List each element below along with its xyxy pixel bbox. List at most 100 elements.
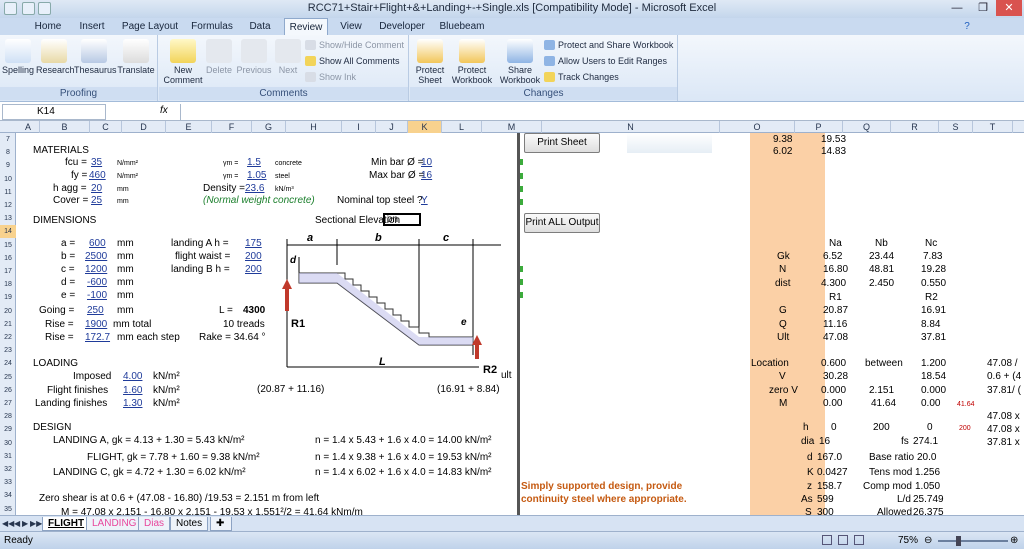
sectional-elevation-cell[interactable]: on <box>383 213 421 226</box>
row-header-22[interactable]: 22 <box>0 331 16 344</box>
cover-value[interactable]: 25 <box>91 194 102 207</box>
show-all-comments-button[interactable]: Show All Comments <box>305 54 400 68</box>
column-header-i[interactable]: I <box>342 121 376 133</box>
show-ink-button[interactable]: Show Ink <box>305 70 356 84</box>
print-all-button[interactable]: Print ALL Output <box>524 213 600 233</box>
column-header-r[interactable]: R <box>891 121 939 133</box>
flight-waist-value[interactable]: 200 <box>245 250 262 263</box>
translate-button[interactable]: Translate <box>116 39 156 75</box>
minbar-value[interactable]: 10 <box>421 156 432 169</box>
show-hide-comment-button[interactable]: Show/Hide Comment <box>305 38 404 52</box>
tab-home[interactable]: Home <box>30 18 66 35</box>
row-header-11[interactable]: 11 <box>0 186 16 199</box>
row-header-14[interactable]: 14 <box>0 225 16 239</box>
column-header-t[interactable]: T <box>973 121 1013 133</box>
row-header-28[interactable]: 28 <box>0 410 16 423</box>
row-header-7[interactable]: 7 <box>0 133 16 146</box>
column-header-m[interactable]: M <box>482 121 542 133</box>
tab-data[interactable]: Data <box>242 18 278 35</box>
protect-share-button[interactable]: Protect and Share Workbook <box>544 38 673 52</box>
minimize-icon[interactable]: — <box>944 0 970 16</box>
rise-value[interactable]: 1900 <box>85 318 107 331</box>
row-header-18[interactable]: 18 <box>0 278 16 291</box>
protect-sheet-button[interactable]: Protect Sheet <box>412 39 448 85</box>
row-header-12[interactable]: 12 <box>0 199 16 212</box>
previous-comment-button[interactable]: Previous <box>235 39 273 75</box>
tab-page-layout[interactable]: Page Layout <box>118 18 182 35</box>
b-value[interactable]: 2500 <box>85 250 107 263</box>
row-header-33[interactable]: 33 <box>0 476 16 489</box>
column-header-e[interactable]: E <box>166 121 212 133</box>
row-header-25[interactable]: 25 <box>0 371 16 384</box>
row-header-8[interactable]: 8 <box>0 146 16 159</box>
track-changes-button[interactable]: Track Changes <box>544 70 619 84</box>
first-sheet-icon[interactable]: ◀◀ <box>2 519 14 528</box>
column-header-q[interactable]: Q <box>843 121 891 133</box>
delete-comment-button[interactable]: Delete <box>203 39 235 75</box>
landing-b-value[interactable]: 200 <box>245 263 262 276</box>
e-value[interactable]: -100 <box>87 289 107 302</box>
maximize-icon[interactable]: ❐ <box>970 0 996 16</box>
row-header-17[interactable]: 17 <box>0 265 16 278</box>
nominal-value[interactable]: Y <box>421 194 428 207</box>
next-sheet-icon[interactable]: ▶ <box>22 519 28 528</box>
last-sheet-icon[interactable]: ▶▶ <box>30 519 42 528</box>
row-header-21[interactable]: 21 <box>0 318 16 331</box>
new-comment-button[interactable]: New Comment <box>163 39 203 85</box>
row-header-9[interactable]: 9 <box>0 159 16 172</box>
allow-users-button[interactable]: Allow Users to Edit Ranges <box>544 54 667 68</box>
zoom-in-icon[interactable]: ⊕ <box>1010 535 1018 546</box>
gm-steel-value[interactable]: 1.05 <box>247 169 266 182</box>
column-header-l[interactable]: L <box>442 121 482 133</box>
zoom-slider[interactable] <box>938 540 1008 542</box>
thesaurus-button[interactable]: Thesaurus <box>74 39 117 75</box>
column-header-n[interactable]: N <box>542 121 720 133</box>
share-workbook-button[interactable]: Share Workbook <box>498 39 542 85</box>
protect-workbook-button[interactable]: Protect Workbook <box>448 39 496 85</box>
row-header-26[interactable]: 26 <box>0 384 16 397</box>
row-header-10[interactable]: 10 <box>0 173 16 186</box>
row-header-23[interactable]: 23 <box>0 344 16 357</box>
fx-icon[interactable]: fx <box>160 105 168 116</box>
row-header-27[interactable]: 27 <box>0 397 16 410</box>
row-header-35[interactable]: 35 <box>0 503 16 516</box>
flight-finishes-value[interactable]: 1.60 <box>123 384 142 397</box>
column-header-o[interactable]: O <box>720 121 795 133</box>
tab-view[interactable]: View <box>334 18 368 35</box>
prev-sheet-icon[interactable]: ◀ <box>14 519 20 528</box>
column-header-c[interactable]: C <box>90 121 122 133</box>
sheet-tab-notes[interactable]: Notes <box>170 517 209 531</box>
column-header-k[interactable]: K <box>408 121 442 133</box>
column-header-a[interactable]: A <box>17 121 40 133</box>
close-icon[interactable]: ✕ <box>996 0 1022 16</box>
row-header-32[interactable]: 32 <box>0 463 16 476</box>
column-header-d[interactable]: D <box>122 121 166 133</box>
row-header-31[interactable]: 31 <box>0 450 16 463</box>
next-comment-button[interactable]: Next <box>273 39 303 75</box>
fy-value[interactable]: 460 <box>89 169 106 182</box>
sheet-tab-dias[interactable]: Dias <box>138 517 171 531</box>
tab-formulas[interactable]: Formulas <box>186 18 238 35</box>
row-header-29[interactable]: 29 <box>0 423 16 436</box>
tab-bluebeam[interactable]: Bluebeam <box>434 18 490 35</box>
tab-review[interactable]: Review <box>284 18 328 35</box>
research-button[interactable]: Research <box>36 39 75 75</box>
insert-sheet-icon[interactable]: ✚ <box>210 517 232 531</box>
imposed-value[interactable]: 4.00 <box>123 370 142 383</box>
maxbar-value[interactable]: 16 <box>421 169 432 182</box>
help-icon[interactable]: ? <box>960 18 974 35</box>
a-value[interactable]: 600 <box>89 237 106 250</box>
row-header-16[interactable]: 16 <box>0 252 16 265</box>
gm-concrete-value[interactable]: 1.5 <box>247 156 261 169</box>
column-header-f[interactable]: F <box>212 121 252 133</box>
c-value[interactable]: 1200 <box>85 263 107 276</box>
name-box[interactable]: K14 <box>2 104 106 120</box>
sheet-tab-landing[interactable]: LANDING <box>86 517 143 531</box>
row-header-19[interactable]: 19 <box>0 291 16 304</box>
d-value[interactable]: -600 <box>87 276 107 289</box>
formula-input[interactable] <box>180 104 1020 120</box>
zoom-level[interactable]: 75% <box>898 535 918 546</box>
column-header-j[interactable]: J <box>376 121 408 133</box>
zoom-slider-thumb[interactable] <box>956 536 961 546</box>
column-header-h[interactable]: H <box>286 121 342 133</box>
